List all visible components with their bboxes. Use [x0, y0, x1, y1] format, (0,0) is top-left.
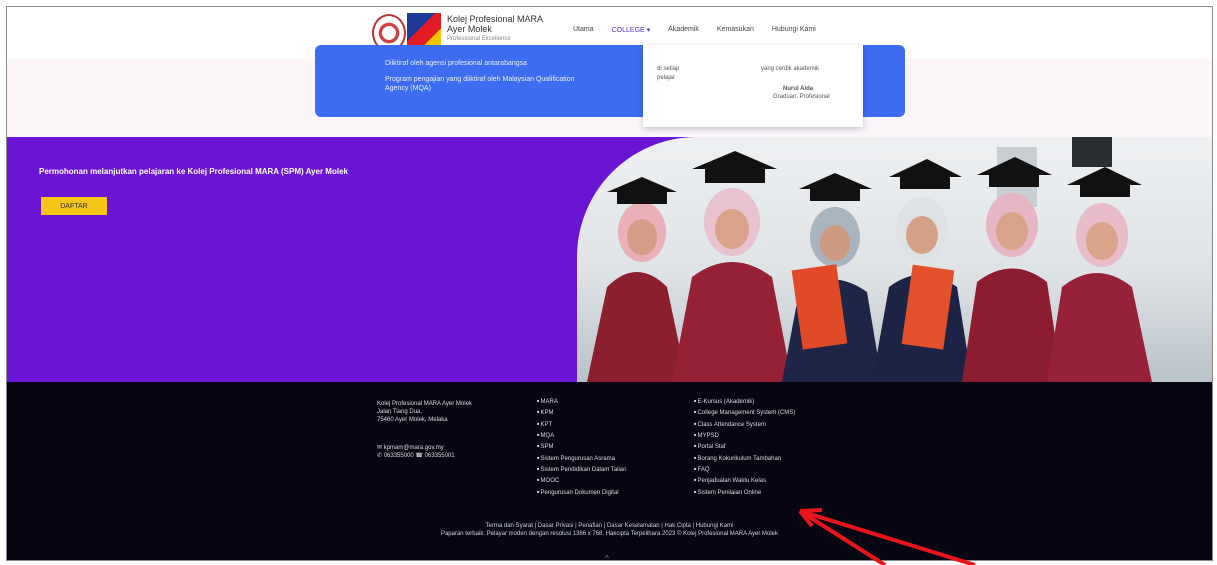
annotation-arrow-icon: [798, 508, 976, 565]
arrow-shaft-left: [798, 509, 887, 565]
arrow-head-top: [799, 508, 823, 513]
arrow-shaft-right: [799, 509, 976, 565]
